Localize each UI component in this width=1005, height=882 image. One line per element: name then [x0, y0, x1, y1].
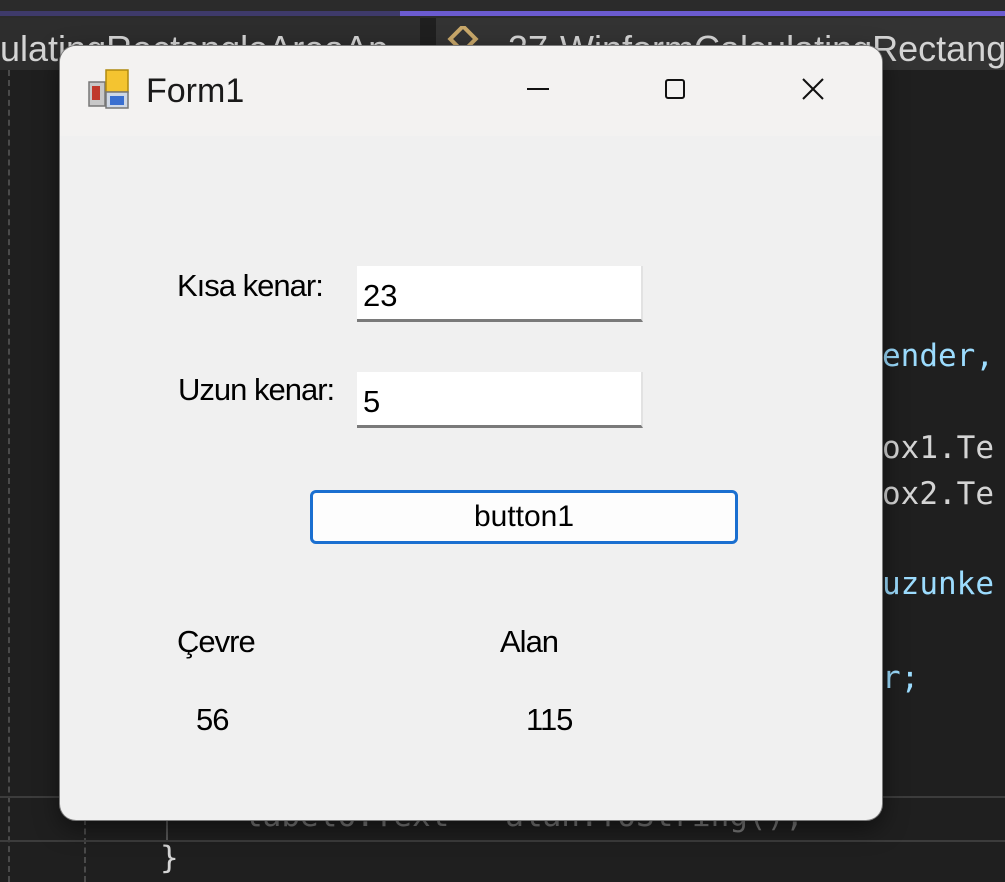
close-button[interactable] — [778, 64, 848, 114]
close-icon — [802, 78, 824, 100]
uzun-kenar-label: Uzun kenar: — [178, 372, 335, 407]
form1-window: Form1 Kısa kenar: Uzun kenar: button1 Çe… — [60, 46, 882, 820]
window-title: Form1 — [146, 72, 245, 110]
code-fragment-textbox2: ox2.Te — [882, 476, 994, 512]
ide-top-bar — [0, 0, 1005, 18]
ide-gutter-guide — [0, 70, 10, 882]
maximize-icon — [665, 79, 685, 99]
title-bar[interactable]: Form1 — [60, 46, 882, 136]
code-fragment-textbox1: ox1.Te — [882, 430, 994, 466]
code-fragment-sender: ender, — [882, 338, 994, 374]
winforms-app-icon — [88, 69, 129, 109]
calculate-button[interactable]: button1 — [310, 490, 738, 544]
kisa-kenar-input[interactable] — [357, 266, 643, 322]
minimize-icon — [527, 88, 549, 90]
alan-label: Alan — [500, 624, 559, 659]
alan-value: 115 — [526, 702, 573, 737]
cevre-label: Çevre — [177, 624, 256, 659]
code-fragment-uzunkenar: uzunke — [882, 566, 994, 602]
kisa-kenar-label: Kısa kenar: — [177, 268, 324, 303]
maximize-button[interactable] — [640, 64, 710, 114]
cevre-value: 56 — [196, 702, 229, 737]
code-fragment-semicolon: r; — [882, 660, 920, 696]
ide-accent-right — [400, 11, 1005, 16]
minimize-button[interactable] — [503, 64, 573, 114]
uzun-kenar-input[interactable] — [357, 372, 643, 428]
ide-accent-left — [0, 11, 400, 16]
code-closing-brace: } — [160, 840, 179, 876]
